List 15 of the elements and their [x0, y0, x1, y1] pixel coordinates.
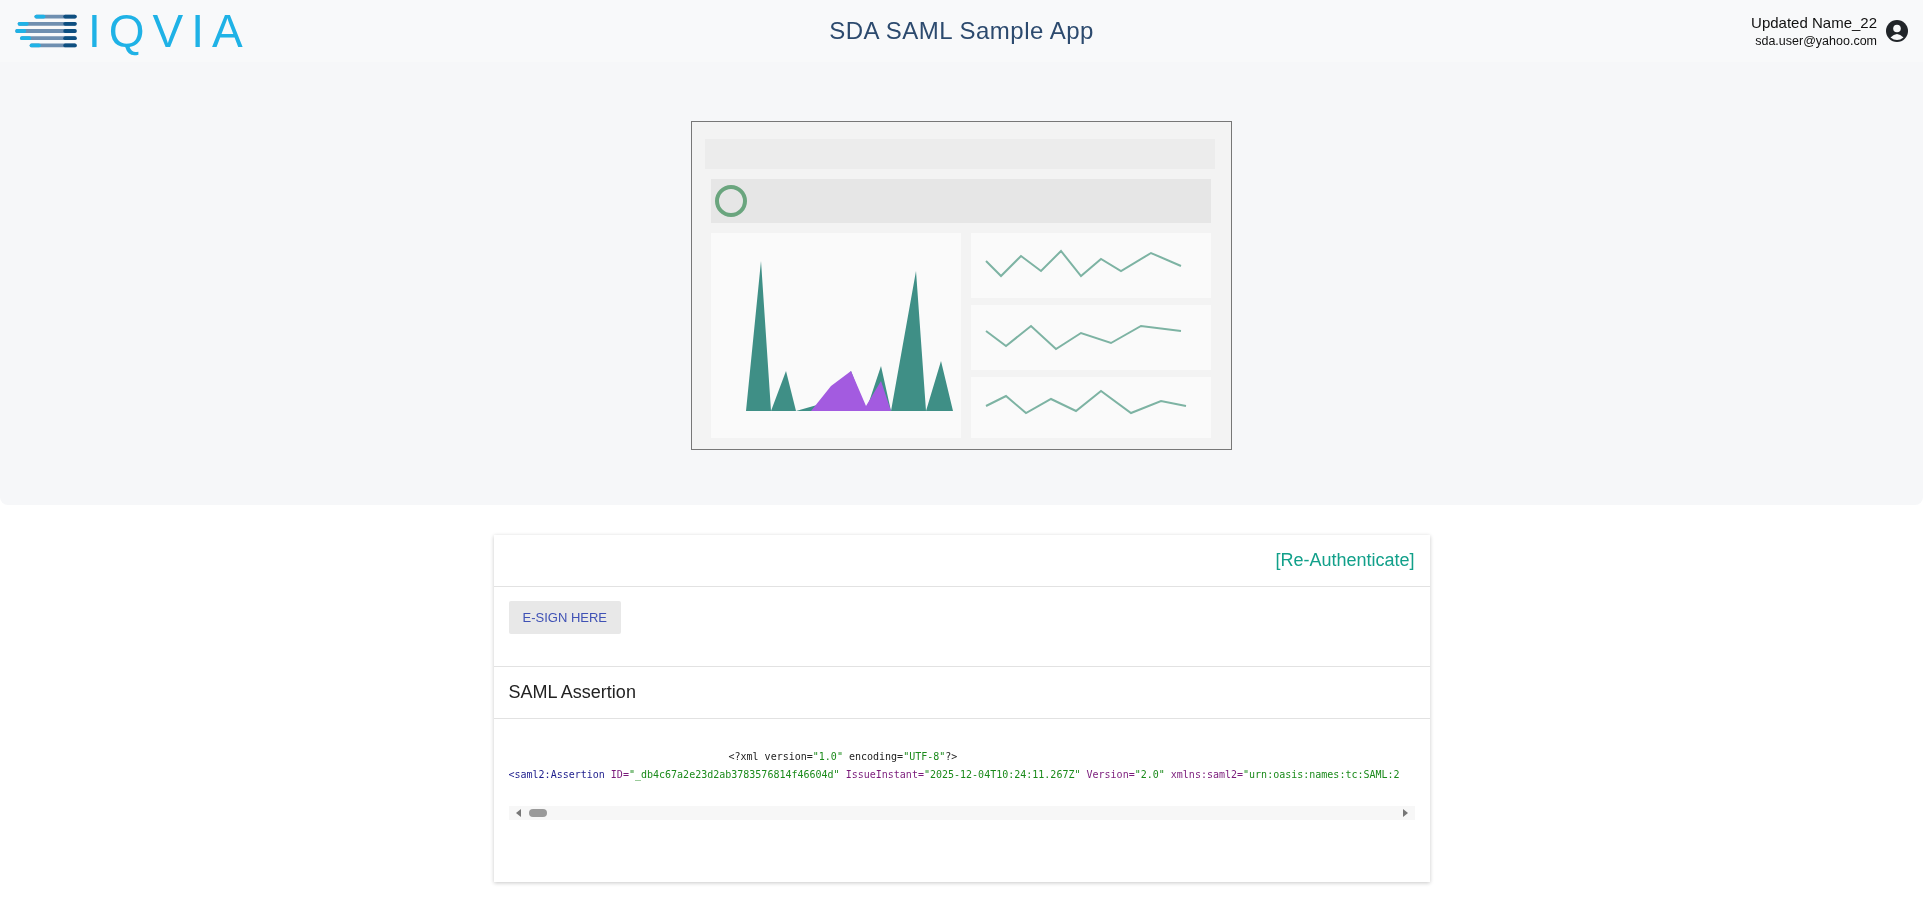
- xml-code-line: <saml2:Assertion ID="_db4c67a2e23d2ab3783576814f46604d" IssueInstant="2025-12-04T10:24:11.267Z" Version="2.0" xmlns:saml2="urn:oasis:names:tc:SAML:2: [508, 768, 1401, 783]
- user-name: Updated Name_22: [1751, 14, 1877, 31]
- horizontal-scrollbar[interactable]: [508, 806, 1415, 820]
- user-avatar-icon[interactable]: [1885, 19, 1909, 43]
- logo-wordmark: IQVIA: [88, 8, 251, 54]
- app-title: SDA SAML Sample App: [829, 17, 1094, 45]
- scroll-thumb[interactable]: [528, 809, 547, 817]
- section-title: SAML Assertion: [508, 682, 636, 703]
- user-email: sda.user@yahoo.com: [1755, 34, 1877, 48]
- e-sign-button[interactable]: E-SIGN HERE: [508, 601, 621, 634]
- scroll-right-icon[interactable]: [1400, 809, 1409, 817]
- xml-code-line: <?xml version="1.0" encoding="UTF-8"?>: [727, 750, 959, 764]
- re-authenticate-link[interactable]: [Re-Authenticate]: [1275, 550, 1415, 571]
- scroll-left-icon[interactable]: [514, 809, 523, 817]
- logo-lines-icon: [14, 13, 78, 49]
